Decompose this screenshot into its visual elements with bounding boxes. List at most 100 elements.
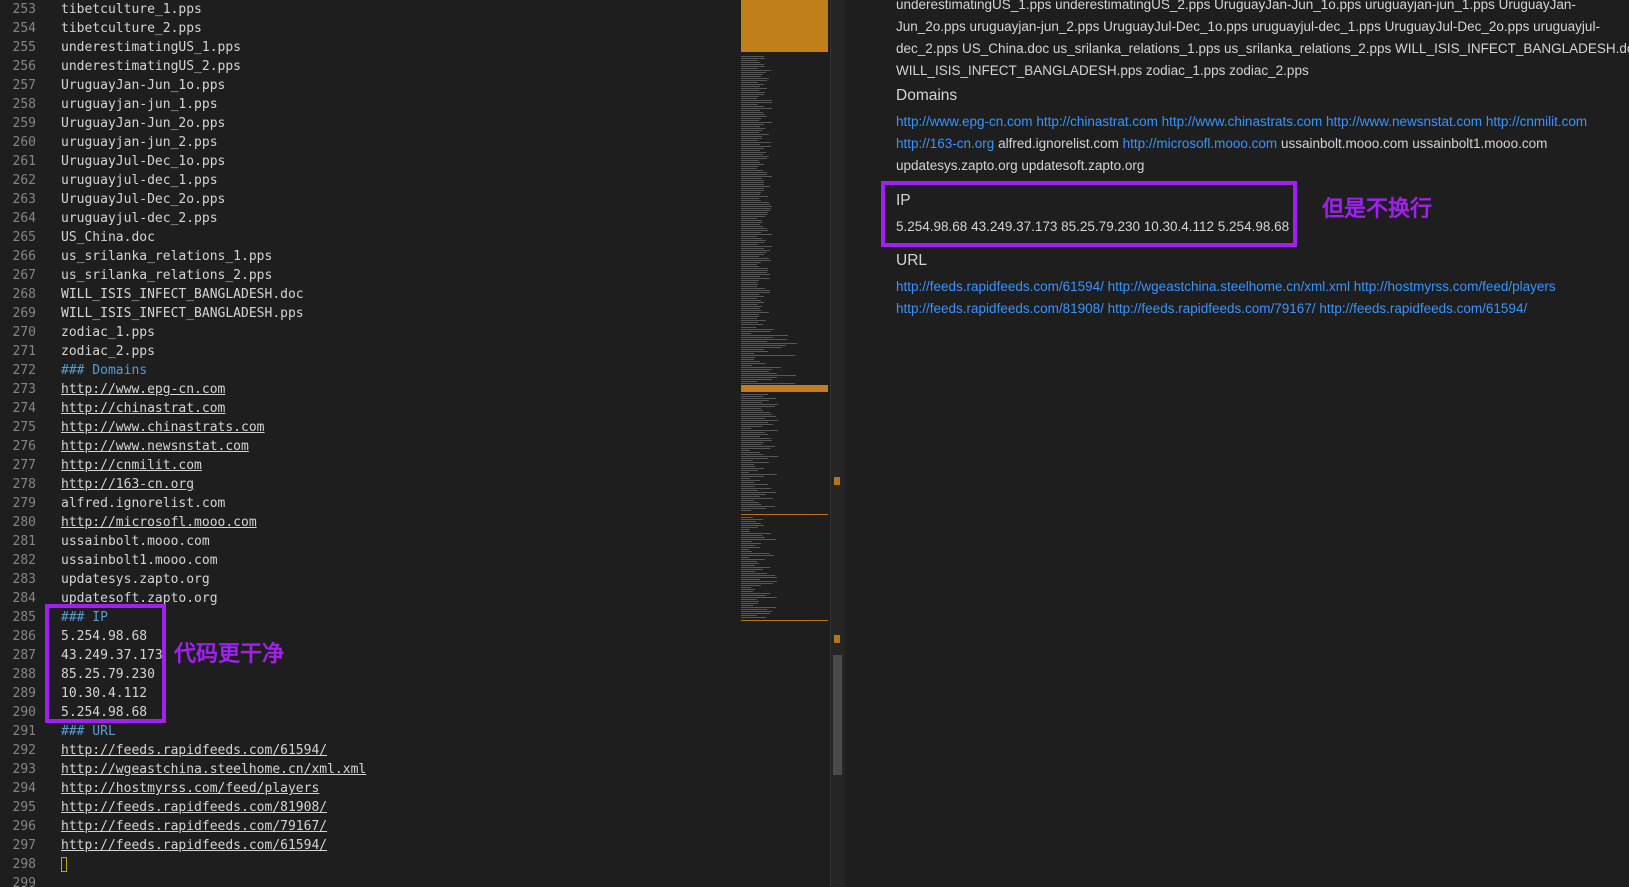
minimap-line [741, 280, 759, 281]
code-line[interactable]: 263 UruguayJul-Dec_2o.pps [0, 190, 740, 209]
preview-link[interactable]: http://chinastrat.com [1036, 114, 1158, 129]
minimap-line [741, 118, 761, 119]
minimap-line [741, 174, 767, 175]
minimap-line [741, 379, 772, 380]
minimap-line [741, 371, 769, 372]
minimap-line [741, 490, 758, 491]
code-line[interactable]: 276 http://www.newsnstat.com [0, 437, 740, 456]
code-text: uruguayjul-dec_1.pps [61, 173, 218, 188]
code-line[interactable]: 253 tibetculture_1.pps [0, 0, 740, 19]
code-line[interactable]: 261 UruguayJul-Dec_1o.pps [0, 152, 740, 171]
preview-link[interactable]: http://feeds.rapidfeeds.com/79167/ [1108, 301, 1316, 316]
minimap-line [741, 172, 767, 173]
preview-link[interactable]: http://www.chinastrats.com [1162, 114, 1323, 129]
preview-link[interactable]: http://hostmyrss.com/feed/players [1354, 279, 1556, 294]
preview-link[interactable]: http://feeds.rapidfeeds.com/61594/ [1319, 301, 1527, 316]
preview-link[interactable]: http://www.newsnstat.com [1326, 114, 1482, 129]
minimap-line [741, 134, 769, 135]
code-link[interactable]: http://wgeastchina.steelhome.cn/xml.xml [61, 760, 366, 779]
code-line[interactable]: 295 http://feeds.rapidfeeds.com/81908/ [0, 798, 740, 817]
code-line[interactable]: 292 http://feeds.rapidfeeds.com/61594/ [0, 741, 740, 760]
code-line[interactable]: 256 underestimatingUS_2.pps [0, 57, 740, 76]
code-line[interactable]: 278 http://163-cn.org [0, 475, 740, 494]
code-line[interactable]: 297 http://feeds.rapidfeeds.com/61594/ [0, 836, 740, 855]
code-line[interactable]: 291 ### URL [0, 722, 740, 741]
preview-link[interactable]: http://cnmilit.com [1486, 114, 1587, 129]
code-link[interactable]: http://www.chinastrats.com [61, 418, 265, 437]
editor-lines[interactable]: 253 tibetculture_1.pps 254 tibetculture_2.p… [0, 0, 740, 887]
minimap-line [741, 292, 770, 293]
preview-link[interactable]: http://feeds.rapidfeeds.com/81908/ [896, 301, 1104, 316]
minimap-line [741, 412, 770, 413]
scrollbar-thumb[interactable] [833, 655, 842, 775]
code-link[interactable]: http://chinastrat.com [61, 399, 225, 418]
code-line[interactable]: 282 ussainbolt1.mooo.com [0, 551, 740, 570]
minimap-line [741, 597, 777, 598]
minimap-line [741, 76, 761, 77]
code-line[interactable]: 293 http://wgeastchina.steelhome.cn/xml.x… [0, 760, 740, 779]
code-line[interactable]: 266 us_srilanka_relations_1.pps [0, 247, 740, 266]
code-line[interactable]: 294 http://hostmyrss.com/feed/players [0, 779, 740, 798]
code-link[interactable]: http://microsofl.mooo.com [61, 513, 257, 532]
code-link[interactable]: http://hostmyrss.com/feed/players [61, 779, 319, 798]
preview-link[interactable]: http://microsofl.mooo.com [1123, 136, 1278, 151]
preview-text: Jun_2o.pps uruguayjan-jun_2.pps UruguayJ… [896, 19, 1600, 34]
minimap-line [741, 543, 761, 544]
code-line[interactable]: 257 UruguayJan-Jun_1o.pps [0, 76, 740, 95]
minimap-line [741, 298, 757, 299]
code-line[interactable]: 259 UruguayJan-Jun_2o.pps [0, 114, 740, 133]
code-line[interactable]: 299 [0, 874, 740, 887]
preview-link[interactable]: http://www.epg-cn.com [896, 114, 1033, 129]
code-line[interactable]: 260 uruguayjan-jun_2.pps [0, 133, 740, 152]
preview-link[interactable]: http://wgeastchina.steelhome.cn/xml.xml [1108, 279, 1350, 294]
minimap-line [741, 577, 777, 578]
code-line[interactable]: 262 uruguayjul-dec_1.pps [0, 171, 740, 190]
code-line[interactable]: 298 [0, 855, 740, 874]
code-line[interactable]: 273 http://www.epg-cn.com [0, 380, 740, 399]
code-line[interactable]: 280 http://microsofl.mooo.com [0, 513, 740, 532]
code-text: US_China.doc [61, 230, 155, 245]
minimap-line [741, 278, 770, 279]
code-line[interactable]: 255 underestimatingUS_1.pps [0, 38, 740, 57]
code-line[interactable]: 274 http://chinastrat.com [0, 399, 740, 418]
code-link[interactable]: http://www.epg-cn.com [61, 380, 225, 399]
code-line[interactable]: 296 http://feeds.rapidfeeds.com/79167/ [0, 817, 740, 836]
code-link[interactable]: http://feeds.rapidfeeds.com/79167/ [61, 817, 327, 836]
minimap-line [741, 549, 749, 550]
minimap-line [741, 68, 758, 69]
minimap-line [741, 130, 762, 131]
code-line[interactable]: 265 US_China.doc [0, 228, 740, 247]
editor-scrollbar[interactable] [830, 0, 845, 887]
code-line[interactable]: 267 us_srilanka_relations_2.pps [0, 266, 740, 285]
code-line[interactable]: 270 zodiac_1.pps [0, 323, 740, 342]
minimap-line [741, 196, 768, 197]
preview-link[interactable]: http://feeds.rapidfeeds.com/61594/ [896, 279, 1104, 294]
code-line[interactable]: 275 http://www.chinastrats.com [0, 418, 740, 437]
code-line[interactable]: 281 ussainbolt.mooo.com [0, 532, 740, 551]
code-line[interactable]: 269 WILL_ISIS_INFECT_BANGLADESH.pps [0, 304, 740, 323]
markdown-preview[interactable]: underestimatingUS_1.pps underestimatingU… [845, 0, 1629, 887]
ip-paragraph: 5.254.98.68 43.249.37.173 85.25.79.230 1… [896, 219, 1290, 234]
code-line[interactable]: 254 tibetculture_2.pps [0, 19, 740, 38]
code-line[interactable]: 272 ### Domains [0, 361, 740, 380]
code-line[interactable]: 279 alfred.ignorelist.com [0, 494, 740, 513]
code-line[interactable]: 258 uruguayjan-jun_1.pps [0, 95, 740, 114]
preview-line: http://feeds.rapidfeeds.com/81908/ http:… [896, 298, 1629, 320]
code-line[interactable]: 264 uruguayjul-dec_2.pps [0, 209, 740, 228]
code-link[interactable]: http://feeds.rapidfeeds.com/61594/ [61, 741, 327, 760]
code-line[interactable]: 268 WILL_ISIS_INFECT_BANGLADESH.doc [0, 285, 740, 304]
code-link[interactable]: http://feeds.rapidfeeds.com/81908/ [61, 798, 327, 817]
line-number: 293 [12, 762, 36, 777]
minimap[interactable] [741, 0, 830, 887]
code-link[interactable]: http://cnmilit.com [61, 456, 202, 475]
code-line[interactable]: 277 http://cnmilit.com [0, 456, 740, 475]
preview-line: underestimatingUS_1.pps underestimatingU… [896, 0, 1629, 16]
code-line[interactable]: 283 updatesys.zapto.org [0, 570, 740, 589]
code-line[interactable]: 271 zodiac_2.pps [0, 342, 740, 361]
preview-link[interactable]: http://163-cn.org [896, 136, 994, 151]
code-link[interactable]: http://www.newsnstat.com [61, 437, 249, 456]
minimap-line [741, 238, 762, 239]
code-link[interactable]: http://feeds.rapidfeeds.com/61594/ [61, 836, 327, 855]
code-link[interactable]: http://163-cn.org [61, 475, 194, 494]
markdown-editor[interactable]: 253 tibetculture_1.pps 254 tibetculture_2.p… [0, 0, 830, 887]
